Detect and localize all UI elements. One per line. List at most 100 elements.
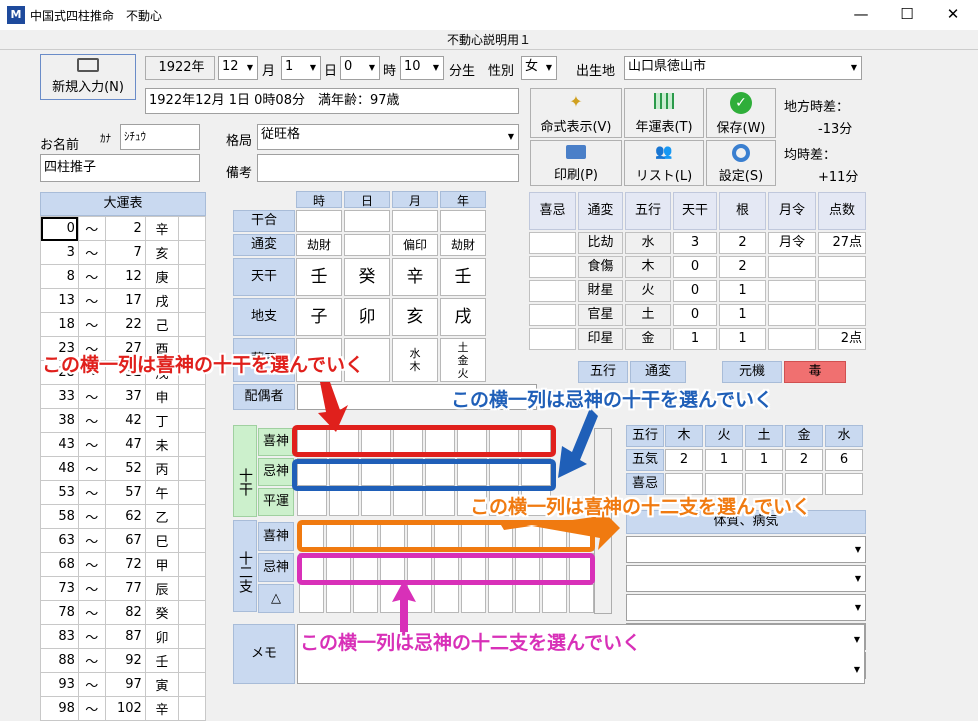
taiun-row[interactable]: 18 ～ 22 己 [40, 312, 206, 337]
name-input[interactable]: 四柱推子 [40, 154, 200, 182]
gogyo-cell: 27点 [818, 232, 866, 254]
gogyo-cell: 印星 [578, 328, 623, 350]
insatsu-button[interactable]: 印刷(P) [530, 140, 622, 186]
taiun-cell: 57 [104, 480, 146, 505]
taiun-row[interactable]: 73 ～ 77 辰 [40, 576, 206, 601]
gogyo-cell: 1 [673, 328, 717, 350]
maximize-button[interactable]: ☐ [884, 0, 930, 30]
taiun-row[interactable]: 0 ～ 2 辛 [40, 216, 206, 241]
taiun-row[interactable]: 93 ～ 97 寅 [40, 672, 206, 697]
birthplace-select[interactable]: 山口県徳山市 ▼ [624, 56, 862, 80]
table-icon [654, 93, 674, 109]
col-header-hour: 時 [296, 191, 342, 208]
meishiki-cell-kango[interactable] [392, 210, 438, 232]
list-button[interactable]: 👥 リスト(L) [624, 140, 704, 186]
settei-button[interactable]: 設定(S) [706, 140, 776, 186]
taiun-cell: 73 [40, 576, 79, 601]
taiun-row[interactable]: 88 ～ 92 壬 [40, 648, 206, 673]
taiun-cell: 乙 [144, 504, 180, 529]
kana-input[interactable]: ｼﾁｭｳ [120, 124, 200, 150]
gogi-kiki-cell[interactable] [825, 473, 863, 495]
biko-input[interactable] [257, 154, 519, 182]
meishiki-cell-chishi[interactable]: 子 [296, 298, 342, 336]
taiun-row[interactable]: 78 ～ 82 癸 [40, 600, 206, 625]
gogyo-cell[interactable] [529, 328, 576, 350]
meishiki-cell-tsuhen[interactable]: 劫財 [296, 234, 342, 256]
kakkyoku-select[interactable]: 従旺格 ▼ [257, 124, 519, 150]
gogyo-cell: 水 [625, 232, 671, 254]
day-select[interactable]: 1 ▼ [281, 56, 321, 80]
taiun-cell-empty [178, 648, 206, 673]
meishiki-cell-chishi[interactable]: 亥 [392, 298, 438, 336]
gogyo-cell [768, 328, 816, 350]
taiun-cell: ～ [77, 264, 106, 289]
month-value: 12 [222, 59, 239, 74]
taiun-row[interactable]: 13 ～ 17 戌 [40, 288, 206, 313]
taiun-row[interactable]: 83 ～ 87 卯 [40, 624, 206, 649]
junishi-row-label: 忌神 [258, 553, 294, 582]
gear-icon [732, 144, 750, 162]
tab-genki[interactable]: 元機 [722, 361, 782, 383]
hozon-label: 保存(W) [716, 121, 766, 136]
taiun-row[interactable]: 98 ～ 102 辛 [40, 696, 206, 721]
meishiki-cell-tenkan[interactable]: 壬 [296, 258, 342, 296]
meishiki-cell-tenkan[interactable]: 壬 [440, 258, 486, 296]
meishiki-cell-kango[interactable] [296, 210, 342, 232]
taiun-row[interactable]: 3 ～ 7 亥 [40, 240, 206, 265]
gogyo-cell [818, 304, 866, 326]
taiun-row[interactable]: 48 ～ 52 丙 [40, 456, 206, 481]
tab-doku[interactable]: 毒 [784, 361, 846, 383]
taiun-cell: 78 [40, 600, 79, 625]
gogyo-cell[interactable] [529, 232, 576, 254]
settei-label: 設定(S) [718, 169, 764, 184]
taiun-cell: 2 [104, 216, 146, 241]
taiun-cell: ～ [77, 648, 106, 673]
gogyo-cell[interactable] [529, 304, 576, 326]
birthplace-value: 山口県徳山市 [628, 59, 707, 74]
meishiki-cell-tenkan[interactable]: 癸 [344, 258, 390, 296]
taiun-row[interactable]: 33 ～ 37 申 [40, 384, 206, 409]
taiun-cell: 8 [40, 264, 79, 289]
month-unit: 月 [262, 64, 276, 79]
meishiki-button[interactable]: ✦ 命式表示(V) [530, 88, 622, 138]
meishiki-cell-tenkan[interactable]: 辛 [392, 258, 438, 296]
taiun-row[interactable]: 58 ～ 62 乙 [40, 504, 206, 529]
meishiki-cell-kango[interactable] [344, 210, 390, 232]
sex-select[interactable]: 女 ▼ [521, 56, 557, 80]
taiun-cell: 92 [104, 648, 146, 673]
local-time-diff-label: 地方時差： [784, 100, 850, 115]
meishiki-cell-tsuhen[interactable]: 劫財 [440, 234, 486, 256]
gogyo-cell: 月令 [768, 232, 816, 254]
meishiki-cell-kango[interactable] [440, 210, 486, 232]
minute-select[interactable]: 10 ▼ [400, 56, 444, 80]
meishiki-cell-tsuhen[interactable] [344, 234, 390, 256]
taiun-row[interactable]: 63 ～ 67 巳 [40, 528, 206, 553]
gogi-goki-cell: 1 [705, 449, 743, 471]
taiun-row[interactable]: 38 ～ 42 丁 [40, 408, 206, 433]
taiun-row[interactable]: 8 ～ 12 庚 [40, 264, 206, 289]
taiun-row[interactable]: 53 ～ 57 午 [40, 480, 206, 505]
gogyo-cell[interactable] [529, 280, 576, 302]
chevron-down-icon: ▼ [306, 57, 320, 79]
new-entry-button[interactable]: 新規入力(N) [40, 54, 136, 100]
taiun-cell: 亥 [144, 240, 180, 265]
taiun-row[interactable]: 68 ～ 72 甲 [40, 552, 206, 577]
meishiki-cell-chishi[interactable]: 卯 [344, 298, 390, 336]
meishiki-cell-chishi[interactable]: 戌 [440, 298, 486, 336]
nenunhyo-button[interactable]: 年運表(T) [624, 88, 704, 138]
hour-select[interactable]: 0 ▼ [340, 56, 380, 80]
computer-icon [77, 58, 99, 72]
taiun-cell: 47 [104, 432, 146, 457]
taiun-row[interactable]: 43 ～ 47 未 [40, 432, 206, 457]
jikkan-row-label: 喜神 [258, 428, 294, 456]
hozon-button[interactable]: ✓ 保存(W) [706, 88, 776, 138]
year-field[interactable]: 1922年 [145, 56, 215, 80]
minimize-button[interactable]: — [838, 0, 884, 30]
close-button[interactable]: ✕ [930, 0, 976, 30]
meishiki-cell-tsuhen[interactable]: 偏印 [392, 234, 438, 256]
gogyo-header: 喜忌 [529, 192, 576, 230]
gogyo-cell[interactable] [529, 256, 576, 278]
taiun-cell: 12 [104, 264, 146, 289]
month-select[interactable]: 12 ▼ [218, 56, 258, 80]
gogi-goki-cell: 1 [745, 449, 783, 471]
